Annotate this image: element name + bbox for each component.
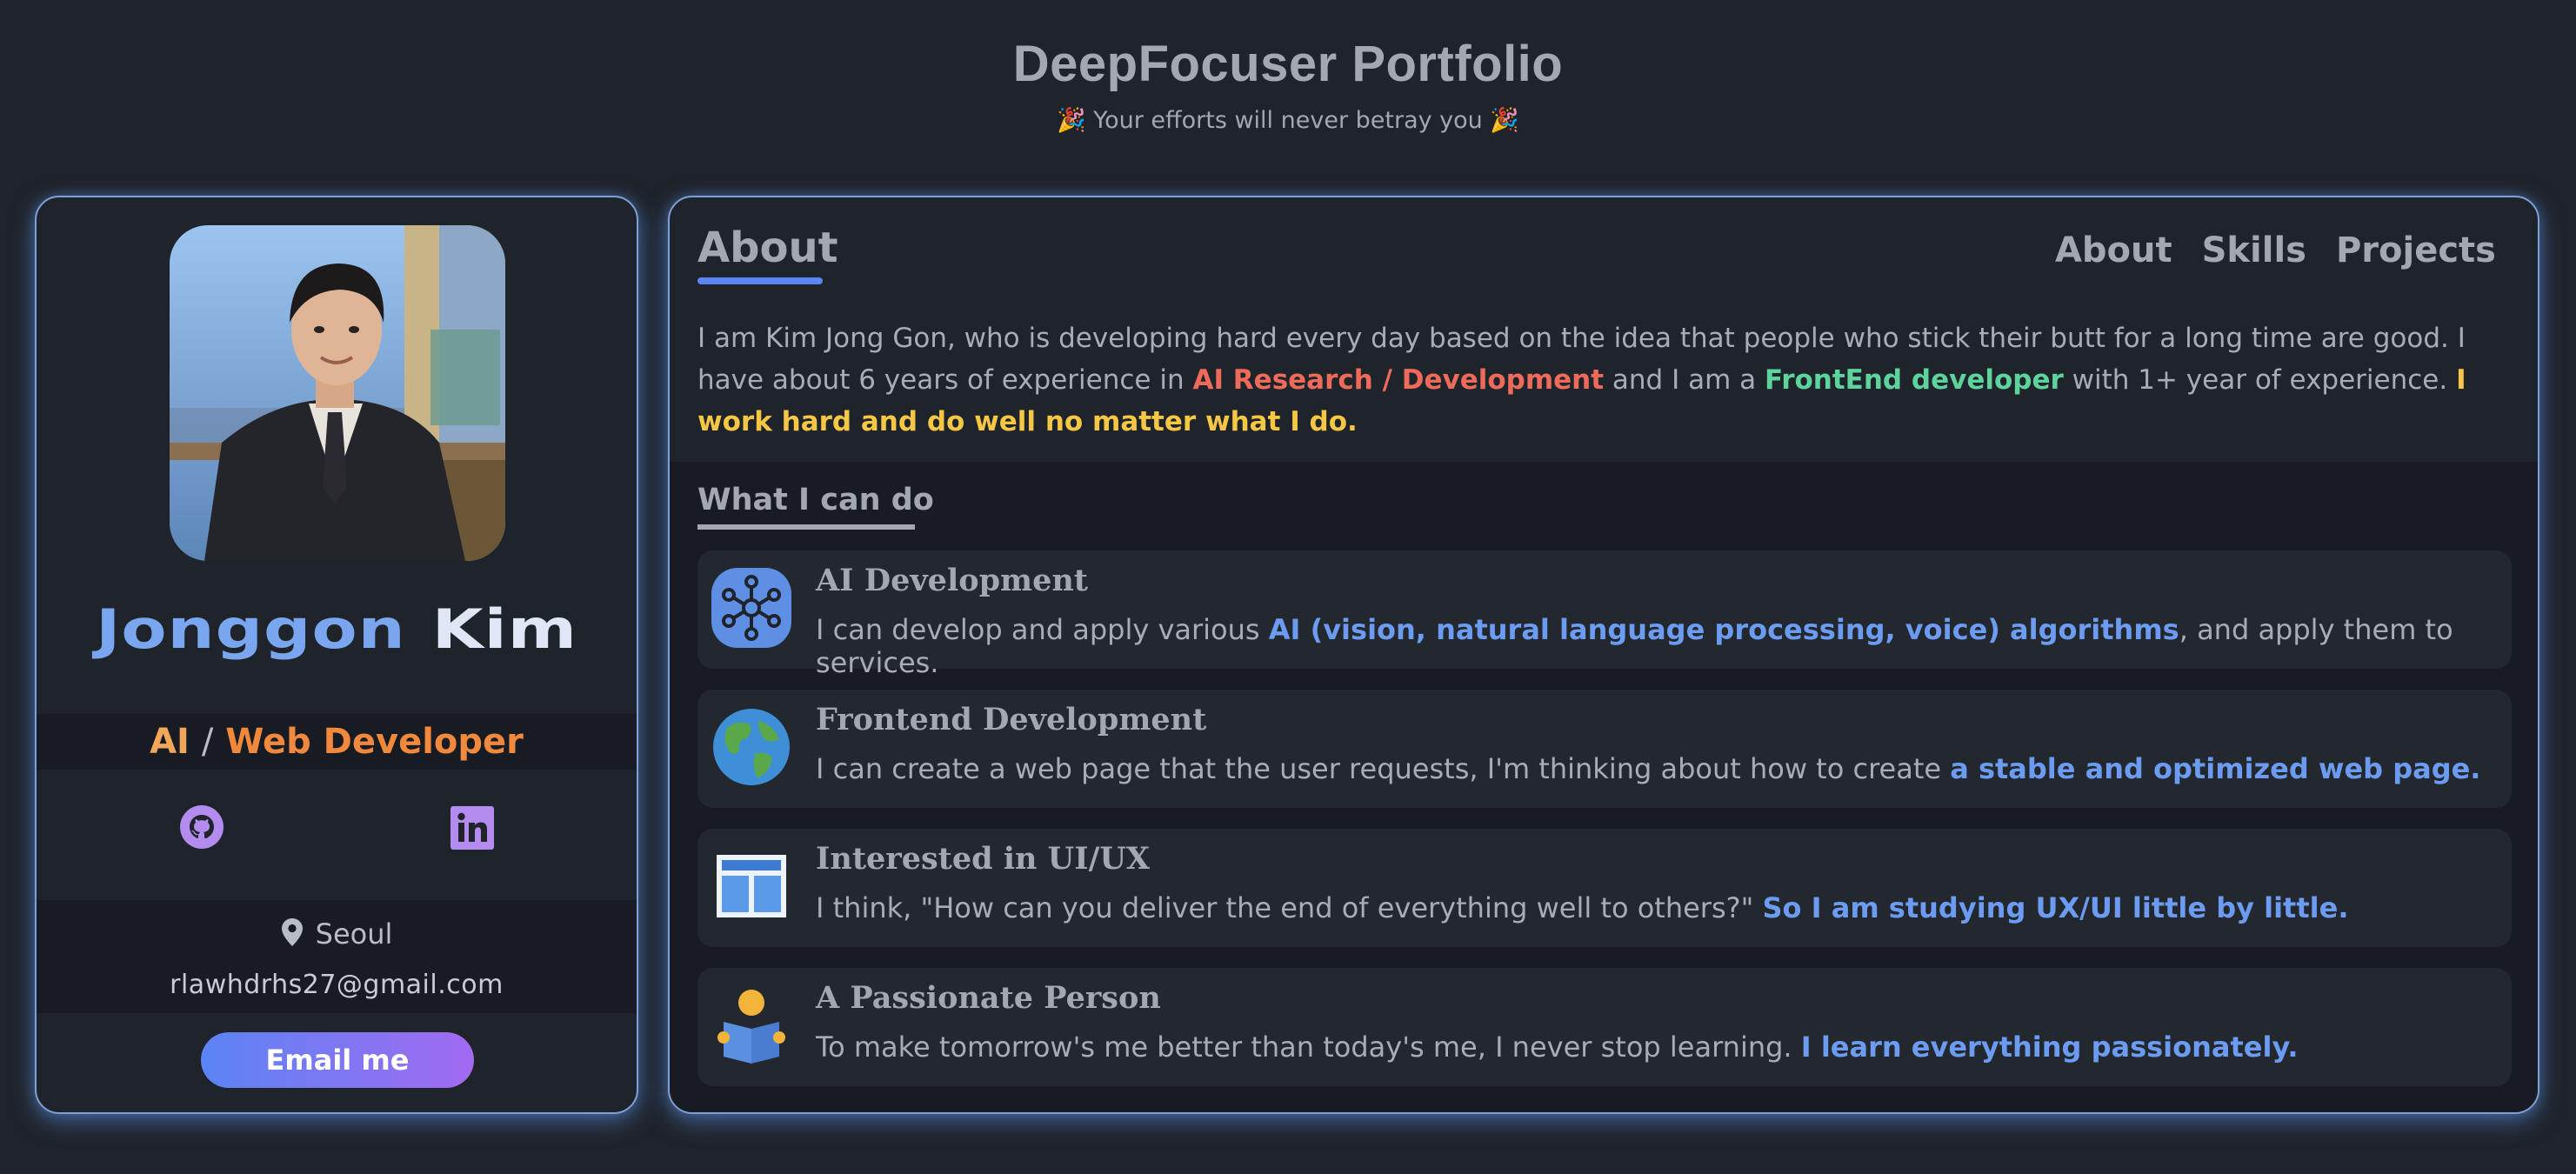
page-subtitle: 🎉 Your efforts will never betray you 🎉 — [1056, 107, 1519, 134]
about-heading-underline — [697, 277, 823, 284]
page-title: DeepFocuser Portfolio — [1012, 36, 1564, 92]
last-name: Kim — [431, 597, 577, 661]
role-separator: / — [201, 722, 214, 762]
email-address: rlawhdrhs27@gmail.com — [170, 970, 504, 1000]
card-highlight: a stable and optimized web page. — [1950, 752, 2481, 785]
intro-highlight-ai: AI Research / Development — [1192, 364, 1605, 396]
linkedin-icon[interactable] — [450, 806, 494, 850]
profile-card: AI / Web Developer Jonggon Kim Seoul rlaw… — [35, 196, 638, 1114]
skill-card-ai: AI Development I can develop and apply v… — [697, 550, 2512, 679]
portrait-image — [170, 225, 505, 561]
card-title: AI Development — [816, 563, 1088, 598]
section-nav: About Skills Projects — [2055, 230, 2496, 270]
role-band: AI / Web Developer — [37, 714, 637, 770]
card-description: I can develop and apply various AI (visi… — [816, 613, 2494, 679]
globe-icon — [713, 709, 790, 785]
github-icon[interactable] — [179, 804, 224, 850]
card-description: To make tomorrow's me better than today'… — [816, 1031, 2494, 1064]
card-text: I can create a web page that the user re… — [816, 752, 1951, 785]
card-highlight: I learn everything passionately. — [1800, 1031, 2299, 1064]
card-highlight: So I am studying UX/UI little by little. — [1762, 891, 2349, 924]
card-text: I think, "How can you deliver the end of… — [816, 891, 1763, 924]
what-i-can-do-heading: What I can do — [697, 483, 934, 517]
card-highlight: AI (vision, natural language processing,… — [1268, 613, 2179, 646]
intro-text-3: with 1+ year of experience. — [2063, 364, 2457, 396]
nav-about[interactable]: About — [2055, 230, 2172, 270]
card-description: I think, "How can you deliver the end of… — [816, 891, 2494, 924]
role-ai: AI — [150, 722, 190, 762]
layout-icon — [717, 855, 786, 917]
network-icon — [711, 568, 791, 648]
location-text: Seoul — [315, 917, 393, 951]
reader-icon — [717, 990, 785, 1064]
card-title: A Passionate Person — [816, 980, 1161, 1016]
nav-skills[interactable]: Skills — [2202, 230, 2306, 270]
card-title: Frontend Development — [816, 702, 1207, 737]
email-me-button[interactable]: Email me — [201, 1032, 474, 1088]
card-text: I can develop and apply various — [816, 613, 1269, 646]
contact-info: Seoul rlawhdrhs27@gmail.com — [37, 900, 637, 1013]
role-web: Web Developer — [225, 722, 524, 762]
skill-card-uiux: Interested in UI/UX I think, "How can yo… — [697, 829, 2512, 947]
social-links — [37, 770, 637, 902]
what-i-can-do-section: What I can do AI Development I can devel… — [670, 462, 2538, 1112]
skill-card-frontend: Frontend Development I can create a web … — [697, 690, 2512, 808]
card-text: To make tomorrow's me better than today'… — [816, 1031, 1801, 1064]
first-name: Jonggon — [96, 597, 406, 661]
what-i-can-do-underline — [697, 524, 915, 530]
location: Seoul — [37, 917, 637, 951]
card-description: I can create a web page that the user re… — [816, 752, 2494, 785]
about-intro: I am Kim Jong Gon, who is developing har… — [697, 317, 2515, 443]
profile-photo — [170, 225, 505, 561]
intro-highlight-frontend: FrontEnd developer — [1765, 364, 2064, 396]
intro-text-2: and I am a — [1604, 364, 1765, 396]
about-heading: About — [697, 223, 838, 272]
skill-card-passion: A Passionate Person To make tomorrow's m… — [697, 968, 2512, 1086]
location-pin-icon — [281, 918, 303, 946]
profile-name: Jonggon Kim — [37, 590, 637, 668]
nav-projects[interactable]: Projects — [2336, 230, 2496, 270]
card-title: Interested in UI/UX — [816, 841, 1151, 877]
about-panel: About About Skills Projects I am Kim Jon… — [668, 196, 2539, 1114]
